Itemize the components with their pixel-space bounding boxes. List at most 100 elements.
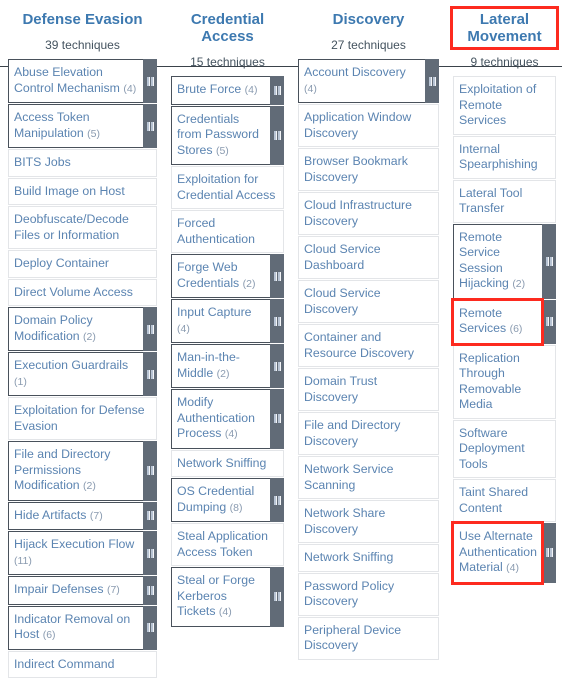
technique-cell[interactable]: Password Policy Discovery [298, 572, 439, 616]
technique-name: Direct Volume Access [14, 284, 133, 299]
technique-cell[interactable]: Indicator Removal on Host (6) [8, 605, 143, 650]
technique-cell[interactable]: Man-in-the-Middle (2) [171, 344, 270, 388]
expand-subtechniques-icon[interactable] [542, 299, 556, 344]
expand-subtechniques-icon[interactable] [270, 478, 284, 522]
expand-subtechniques-icon[interactable] [270, 76, 284, 105]
expand-subtechniques-icon[interactable] [143, 59, 157, 103]
technique-cell[interactable]: Container and Resource Discovery [298, 324, 439, 367]
technique-name: Build Image on Host [14, 183, 125, 198]
double-bar-glyph [273, 592, 281, 602]
technique-cell[interactable]: Deploy Container [8, 250, 157, 278]
subtechnique-count: (5) [87, 127, 100, 140]
technique-name: Account Discovery [304, 65, 406, 79]
expand-subtechniques-icon[interactable] [143, 104, 157, 148]
technique-cell[interactable]: Cloud Infrastructure Discovery [298, 192, 439, 235]
technique-cell[interactable]: Steal Application Access Token [171, 523, 284, 566]
expand-subtechniques-icon[interactable] [143, 307, 157, 351]
technique-cell[interactable]: Brute Force (4) [171, 76, 270, 105]
expand-subtechniques-icon[interactable] [270, 254, 284, 298]
technique-cell[interactable]: Taint Shared Content [453, 479, 556, 522]
technique-cell[interactable]: Network Share Discovery [298, 500, 439, 543]
subtechnique-count: (7) [106, 584, 120, 596]
technique-cell[interactable]: Lateral Tool Transfer [453, 179, 556, 223]
expand-subtechniques-icon[interactable] [143, 605, 157, 650]
technique-row: Abuse Elevation Control Mechanism (4) [8, 59, 157, 103]
tactic-title[interactable]: Discovery [329, 9, 409, 30]
technique-cell[interactable]: Execution Guardrails (1) [8, 352, 143, 396]
tactic-title[interactable]: Defense Evasion [18, 9, 146, 30]
tactic-title[interactable]: Credential Access [171, 9, 284, 47]
tactic-column: Lateral Movement 9 techniques Exploitation… [445, 0, 562, 585]
technique-name: Domain Policy Modification [14, 313, 93, 343]
technique-cell[interactable]: File and Directory Discovery [298, 412, 439, 455]
technique-cell[interactable]: Steal or Forge Kerberos Tickets (4) [171, 567, 270, 627]
technique-name: Password Policy Discovery [304, 578, 395, 609]
technique-cell[interactable]: Application Window Discovery [298, 104, 439, 147]
technique-cell[interactable]: Remote Services (6) [451, 297, 544, 346]
technique-cell[interactable]: Internal Spearphishing [453, 135, 556, 179]
tactic-column: Defense Evasion 39 techniques Abuse Elevat… [0, 0, 163, 679]
technique-name: Brute Force [177, 82, 242, 96]
expand-subtechniques-icon[interactable] [270, 344, 284, 388]
expand-subtechniques-icon[interactable] [143, 352, 157, 396]
technique-cell[interactable]: Forge Web Credentials (2) [171, 254, 270, 298]
expand-subtechniques-icon[interactable] [270, 567, 284, 627]
technique-cell[interactable]: Impair Defenses (7) [8, 576, 143, 605]
technique-cell[interactable]: Access Token Manipulation (5) [8, 104, 143, 148]
technique-cell[interactable]: File and Directory Permissions Modificat… [8, 441, 143, 501]
expand-subtechniques-icon[interactable] [542, 223, 556, 299]
technique-cell[interactable]: Deobfuscate/Decode Files or Information [8, 206, 157, 249]
technique-cell[interactable]: Cloud Service Dashboard [298, 236, 439, 279]
technique-cell[interactable]: Credentials from Password Stores (5) [171, 105, 270, 165]
technique-cell[interactable]: Direct Volume Access [8, 278, 157, 306]
technique-cell[interactable]: Peripheral Device Discovery [298, 616, 439, 660]
expand-subtechniques-icon[interactable] [143, 441, 157, 501]
expand-subtechniques-icon[interactable] [143, 531, 157, 575]
expand-subtechniques-icon[interactable] [270, 105, 284, 165]
expand-subtechniques-icon[interactable] [542, 523, 556, 583]
technique-cell[interactable]: Network Service Scanning [298, 456, 439, 499]
technique-name: Abuse Elevation Control Mechanism [14, 65, 120, 95]
technique-cell[interactable]: Software Deployment Tools [453, 419, 556, 478]
technique-list: Brute Force (4) Credentials from Password… [171, 76, 284, 627]
technique-cell[interactable]: Domain Policy Modification (2) [8, 307, 143, 351]
technique-cell[interactable]: Input Capture (4) [171, 299, 270, 343]
technique-cell[interactable]: Exploitation of Remote Services [453, 76, 556, 135]
expand-subtechniques-icon[interactable] [425, 59, 439, 103]
tactic-title[interactable]: Lateral Movement [450, 6, 559, 50]
expand-subtechniques-icon[interactable] [143, 576, 157, 605]
technique-cell[interactable]: Abuse Elevation Control Mechanism (4) [8, 59, 143, 103]
technique-name: Application Window Discovery [304, 110, 412, 140]
technique-cell[interactable]: Hijack Execution Flow (11) [8, 531, 143, 575]
technique-cell[interactable]: Replication Through Removable Media [453, 344, 556, 419]
technique-cell[interactable]: Modify Authentication Process (4) [171, 389, 270, 449]
technique-name: Man-in-the-Middle [177, 350, 240, 380]
double-bar-glyph [545, 548, 553, 558]
technique-cell[interactable]: Forced Authentication [171, 210, 284, 253]
technique-name: Domain Trust Discovery [304, 374, 378, 404]
technique-cell[interactable]: Use Alternate Authentication Material (4… [451, 521, 544, 585]
subtechnique-count: (2) [83, 330, 96, 343]
expand-subtechniques-icon[interactable] [270, 389, 284, 449]
technique-cell[interactable]: Network Sniffing [171, 449, 284, 477]
tactic-technique-count: 39 techniques [45, 38, 120, 52]
technique-name: Indirect Command [14, 656, 115, 671]
technique-cell[interactable]: Network Sniffing [298, 544, 439, 572]
technique-cell[interactable]: Exploitation for Credential Access [171, 166, 284, 209]
technique-cell[interactable]: Browser Bookmark Discovery [298, 148, 439, 191]
technique-cell[interactable]: Account Discovery (4) [298, 59, 425, 103]
expand-subtechniques-icon[interactable] [270, 299, 284, 343]
technique-cell[interactable]: BITS Jobs [8, 149, 157, 177]
technique-cell[interactable]: Remote Service Session Hijacking (2) [453, 223, 542, 299]
technique-cell[interactable]: Domain Trust Discovery [298, 368, 439, 411]
tactic-column: Credential Access 15 techniques Brute Forc… [163, 0, 290, 628]
subtechnique-count: (2) [216, 367, 230, 380]
expand-subtechniques-icon[interactable] [143, 501, 157, 530]
technique-cell[interactable]: Indirect Command [8, 650, 157, 678]
technique-cell[interactable]: Hide Artifacts (7) [8, 501, 143, 530]
technique-cell[interactable]: OS Credential Dumping (8) [171, 478, 270, 522]
technique-row: Peripheral Device Discovery [298, 616, 439, 660]
technique-cell[interactable]: Build Image on Host [8, 177, 157, 205]
technique-cell[interactable]: Cloud Service Discovery [298, 280, 439, 323]
technique-cell[interactable]: Exploitation for Defense Evasion [8, 397, 157, 440]
